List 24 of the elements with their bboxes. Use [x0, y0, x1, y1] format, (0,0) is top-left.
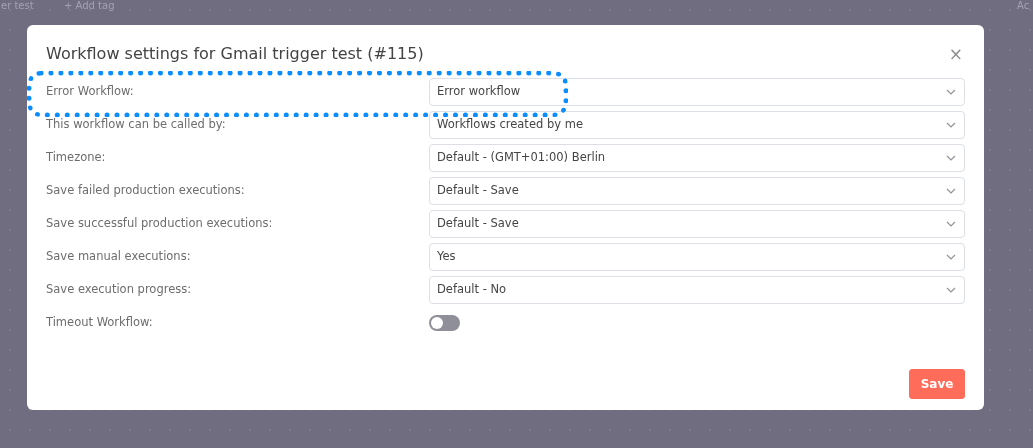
- select-field[interactable]: Yes: [429, 242, 965, 271]
- setting-label: Error Workflow:: [46, 82, 135, 100]
- chevron-down-icon: [946, 253, 956, 260]
- setting-label: Save execution progress:: [46, 280, 193, 298]
- chevron-down-icon: [946, 121, 956, 128]
- select-field[interactable]: Error workflow: [429, 77, 965, 106]
- chevron-down-icon: [946, 154, 956, 161]
- toggle-switch[interactable]: [429, 314, 460, 331]
- setting-label: Save successful production executions:: [46, 214, 274, 232]
- setting-label: This workflow can be called by:: [46, 115, 227, 133]
- setting-label: Timeout Workflow:: [46, 313, 154, 331]
- select-field[interactable]: Default - (GMT+01:00) Berlin: [429, 143, 965, 172]
- chevron-down-icon: [946, 187, 956, 194]
- setting-label: Timezone:: [46, 148, 107, 166]
- select-field[interactable]: Default - No: [429, 275, 965, 304]
- chevron-down-icon: [946, 220, 956, 227]
- setting-label: Save failed production executions:: [46, 181, 246, 199]
- chevron-down-icon: [946, 88, 956, 95]
- select-field[interactable]: Default - Save: [429, 209, 965, 238]
- dialog-title: Workflow settings for Gmail trigger test (#115): [46, 44, 424, 64]
- select-field[interactable]: Workflows created by me: [429, 110, 965, 139]
- chevron-down-icon: [946, 286, 956, 293]
- select-field[interactable]: Default - Save: [429, 176, 965, 205]
- setting-label: Save manual executions:: [46, 247, 192, 265]
